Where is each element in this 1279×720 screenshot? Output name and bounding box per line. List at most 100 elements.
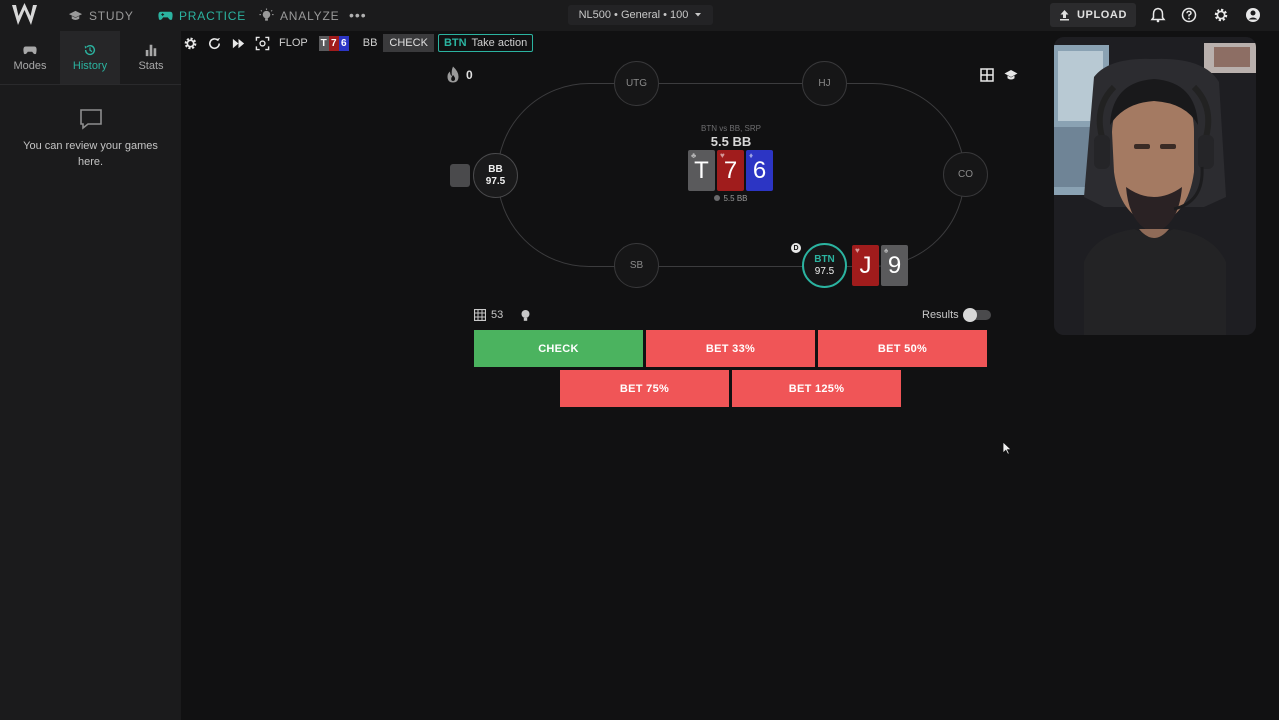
bar-chart-icon [145, 44, 157, 57]
tab-modes-label: Modes [13, 60, 47, 72]
chat-bubble-icon [80, 109, 102, 130]
card-rank: 6 [752, 156, 767, 184]
help-icon[interactable] [1181, 7, 1197, 23]
board-card: ♥ 7 [717, 150, 744, 191]
seat-hj-label: HJ [818, 77, 831, 89]
bet-75-button[interactable]: BET 75% [560, 370, 729, 407]
pot-info: BTN vs BB, SRP 5.5 BB [680, 124, 782, 149]
bb-check-badge: CHECK [383, 34, 434, 52]
screenshot-icon[interactable] [255, 36, 270, 51]
hero-position: BTN [443, 37, 467, 49]
top-bar: STUDY PRACTICE ANALYZE ••• NL500 • Gener… [0, 0, 1279, 31]
tab-stats[interactable]: Stats [121, 31, 181, 84]
bb-hidden-card [450, 164, 470, 187]
chip-icon [714, 195, 721, 201]
board-card: ♣ T [688, 150, 715, 191]
seat-bb-stack: 97.5 [485, 175, 506, 187]
card-rank: 7 [723, 156, 738, 184]
seat-utg: UTG [614, 61, 659, 106]
gear-icon[interactable] [183, 36, 198, 51]
results-toggle-group: Results [922, 308, 991, 322]
diamond-icon: ♦ [749, 151, 754, 160]
fast-forward-icon[interactable] [231, 36, 246, 51]
bet-50-button[interactable]: BET 50% [818, 330, 987, 367]
take-action-prompt: Take action [471, 37, 528, 49]
streak-counter: 0 [446, 66, 473, 83]
tab-stats-label: Stats [138, 60, 164, 72]
seat-bb: BB 97.5 [473, 153, 518, 198]
lightbulb-icon[interactable] [520, 309, 531, 322]
nav-analyze-label: ANALYZE [280, 8, 340, 23]
current-action-badge: BTN Take action [437, 34, 534, 52]
mini-card: T [318, 35, 329, 51]
graduation-cap-icon[interactable] [1004, 68, 1018, 82]
seat-co: CO [943, 152, 988, 197]
seat-btn-stack: 97.5 [814, 265, 835, 277]
results-toggle[interactable] [962, 308, 991, 322]
nav-study-label: STUDY [89, 8, 134, 23]
sidebar: Modes History Stats You can review your … [0, 31, 181, 720]
seat-bb-label: BB [488, 163, 503, 175]
webcam-overlay [1054, 37, 1256, 335]
upload-button[interactable]: UPLOAD [1050, 3, 1136, 27]
heart-icon: ♥ [720, 151, 725, 160]
seat-btn-label: BTN [814, 253, 835, 265]
nav-analyze[interactable]: ANALYZE [259, 0, 339, 31]
tab-history-label: History [72, 60, 108, 72]
pot-chips-value: 5.5 BB [723, 194, 748, 203]
results-label: Results [922, 309, 959, 321]
more-menu-icon[interactable]: ••• [349, 7, 367, 23]
seat-utg-label: UTG [625, 77, 648, 89]
webcam-image [1054, 37, 1256, 335]
mini-board: T 7 6 [318, 35, 349, 51]
bell-icon[interactable] [1150, 7, 1166, 23]
grid-icon[interactable] [980, 68, 994, 82]
streak-value: 0 [466, 67, 473, 82]
graduation-cap-icon [68, 10, 83, 20]
combo-count: 53 [474, 309, 503, 321]
board-card: ♦ 6 [746, 150, 773, 191]
hole-card: ♠ 9 [881, 245, 908, 286]
tab-modes[interactable]: Modes [0, 31, 60, 84]
gamepad-icon [158, 11, 173, 20]
pot-total: 5.5 BB [710, 134, 752, 149]
card-rank: T [694, 156, 709, 184]
empty-history-message: You can review your games here. [23, 140, 158, 168]
table-tools [980, 68, 1018, 82]
spot-description: BTN vs BB, SRP [700, 124, 761, 133]
hero-hole-cards: ♥ J ♠ 9 [852, 245, 908, 286]
street-label: FLOP [279, 37, 308, 49]
combo-count-value: 53 [491, 309, 504, 321]
gear-icon[interactable] [1213, 7, 1229, 23]
bet-33-button[interactable]: BET 33% [646, 330, 815, 367]
refresh-icon[interactable] [207, 36, 222, 51]
pot-chips: 5.5 BB [702, 194, 760, 203]
history-icon [84, 44, 96, 56]
nav-practice[interactable]: PRACTICE [158, 0, 246, 31]
sidebar-divider [0, 84, 181, 85]
card-rank: 9 [887, 251, 902, 279]
gamepad-icon [23, 46, 37, 55]
tab-history[interactable]: History [60, 31, 120, 84]
seat-co-label: CO [958, 168, 973, 180]
dealer-button: D [791, 243, 801, 253]
board-cards: ♣ T ♥ 7 ♦ 6 [688, 150, 773, 191]
logo-icon[interactable] [11, 3, 38, 27]
club-icon: ♣ [691, 151, 697, 160]
spade-icon: ♠ [884, 246, 889, 255]
mini-card: 7 [328, 35, 339, 51]
nav-practice-label: PRACTICE [179, 8, 247, 23]
bet-125-button[interactable]: BET 125% [732, 370, 901, 407]
upload-label: UPLOAD [1076, 9, 1128, 21]
chevron-down-icon [695, 13, 702, 17]
game-type-select[interactable]: NL500 • General • 100 [568, 5, 713, 25]
mouse-cursor-icon [1002, 441, 1012, 455]
account-icon[interactable] [1245, 7, 1261, 23]
card-rank: J [859, 251, 872, 279]
bb-action-label: BB [362, 37, 378, 49]
check-button[interactable]: CHECK [474, 330, 643, 367]
nav-study[interactable]: STUDY [68, 0, 134, 31]
seat-btn-hero: BTN 97.5 [802, 243, 847, 288]
grid-icon [474, 309, 486, 321]
upload-icon [1059, 10, 1069, 21]
